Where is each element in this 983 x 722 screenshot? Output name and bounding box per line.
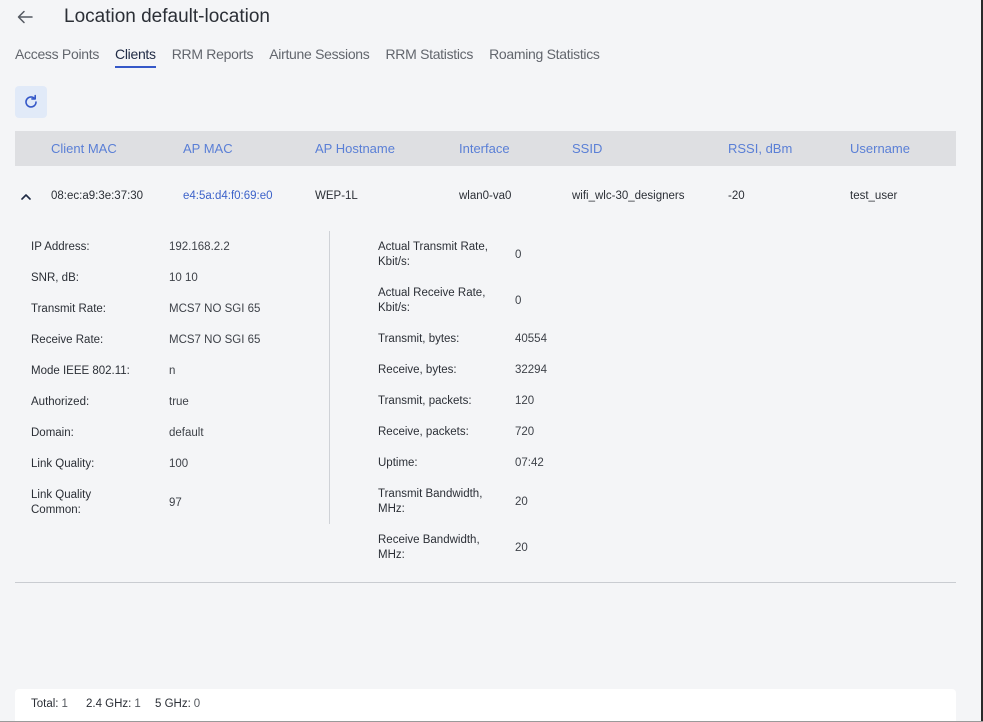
summary-5ghz-value: 0 [193, 698, 201, 710]
tab-access-points[interactable]: Access Points [15, 46, 99, 68]
detail-label-link-quality: Link Quality: [31, 458, 95, 470]
cell-ap-hostname: WEP-1L [315, 190, 358, 202]
column-header-client-mac[interactable]: Client MAC [51, 131, 117, 166]
arrow-left-icon [17, 10, 33, 24]
page-title: Location default-location [64, 6, 270, 27]
detail-value-transmit-packets: 120 [515, 395, 535, 407]
detail-label-receive-rate: Receive Rate: [31, 334, 104, 346]
tab-clients[interactable]: Clients [115, 46, 156, 68]
detail-value-mode-ieee: n [169, 365, 176, 377]
detail-label-link-quality-common: Link Quality Common: [31, 489, 92, 516]
detail-label-snr: SNR, dB: [31, 272, 79, 284]
summary-total: Total: 1 [31, 698, 68, 710]
collapse-row-button[interactable] [19, 189, 33, 203]
summary-24ghz-value: 1 [134, 698, 141, 710]
back-button[interactable] [14, 6, 36, 28]
detail-label-transmit-bytes: Transmit, bytes: [378, 333, 460, 345]
cell-interface: wlan0-va0 [459, 190, 512, 202]
detail-value-snr: 10 10 [169, 272, 198, 284]
detail-label-receive-bytes: Receive, bytes: [378, 364, 457, 376]
clients-summary-footer: Total: 1 2.4 GHz: 1 5 GHz: 0 [15, 689, 956, 722]
detail-label-actual-transmit-rate: Actual Transmit Rate, Kbit/s: [378, 241, 488, 268]
page: Location default-location Access Points … [0, 0, 983, 722]
detail-label-receive-packets: Receive, packets: [378, 426, 469, 438]
column-header-ssid[interactable]: SSID [572, 131, 602, 166]
table-row[interactable]: 08:ec:a9:3e:37:30 e4:5a:d4:f0:69:e0 WEP-… [15, 178, 956, 214]
column-header-ap-hostname[interactable]: AP Hostname [315, 131, 395, 166]
tab-airtune-sessions[interactable]: Airtune Sessions [269, 46, 370, 68]
summary-24ghz-label: 2.4 GHz: [86, 698, 132, 710]
summary-24ghz: 2.4 GHz: 1 [86, 698, 141, 710]
refresh-icon [25, 94, 37, 108]
details-divider [329, 231, 330, 524]
detail-label-transmit-packets: Transmit, packets: [378, 395, 472, 407]
clients-table-header: Client MAC AP MAC AP Hostname Interface … [15, 131, 956, 166]
detail-label-authorized: Authorized: [31, 396, 90, 408]
detail-value-receive-bandwidth: 20 [515, 542, 528, 554]
column-header-username[interactable]: Username [850, 131, 910, 166]
tab-roaming-statistics[interactable]: Roaming Statistics [489, 46, 600, 68]
cell-ssid: wifi_wlc-30_designers [572, 190, 685, 202]
detail-value-receive-rate: MCS7 NO SGI 65 [169, 334, 261, 346]
refresh-button[interactable] [15, 86, 47, 118]
column-header-rssi[interactable]: RSSI, dBm [728, 131, 792, 166]
column-header-ap-mac[interactable]: AP MAC [183, 131, 233, 166]
detail-label-uptime: Uptime: [378, 457, 418, 469]
detail-value-transmit-bandwidth: 20 [515, 496, 528, 508]
detail-value-ip-address: 192.168.2.2 [169, 241, 230, 253]
detail-value-actual-receive-rate: 0 [515, 295, 522, 307]
detail-label-receive-bandwidth: Receive Bandwidth, MHz: [378, 534, 480, 561]
detail-value-authorized: true [169, 396, 189, 408]
summary-total-label: Total: [31, 698, 59, 710]
tab-rrm-reports[interactable]: RRM Reports [172, 46, 254, 68]
detail-label-mode-ieee: Mode IEEE 802.11: [31, 365, 130, 377]
detail-value-receive-bytes: 32294 [515, 364, 547, 376]
detail-value-link-quality: 100 [169, 458, 189, 470]
page-header: Location default-location [14, 4, 270, 30]
summary-total-value: 1 [61, 698, 68, 710]
detail-value-transmit-rate: MCS7 NO SGI 65 [169, 303, 261, 315]
chevron-up-icon [21, 193, 31, 200]
cell-ap-mac-link[interactable]: e4:5a:d4:f0:69:e0 [183, 178, 273, 214]
detail-label-domain: Domain: [31, 427, 74, 439]
cell-client-mac: 08:ec:a9:3e:37:30 [51, 190, 144, 202]
detail-value-transmit-bytes: 40554 [515, 333, 547, 345]
tab-rrm-statistics[interactable]: RRM Statistics [386, 46, 474, 68]
detail-value-link-quality-common: 97 [169, 497, 182, 509]
detail-label-ip-address: IP Address: [31, 241, 90, 253]
detail-value-receive-packets: 720 [515, 426, 535, 438]
column-header-interface[interactable]: Interface [459, 131, 510, 166]
tab-bar: Access Points Clients RRM Reports Airtun… [15, 46, 600, 68]
client-details-panel: IP Address: 192.168.2.2 SNR, dB: 10 10 T… [15, 226, 956, 583]
detail-value-actual-transmit-rate: 0 [515, 249, 522, 261]
cell-rssi: -20 [728, 190, 745, 202]
summary-5ghz: 5 GHz: 0 [155, 698, 200, 710]
detail-label-transmit-rate: Transmit Rate: [31, 303, 106, 315]
detail-label-actual-receive-rate: Actual Receive Rate, Kbit/s: [378, 287, 486, 314]
cell-username: test_user [850, 190, 898, 202]
detail-label-transmit-bandwidth: Transmit Bandwidth, MHz: [378, 488, 483, 515]
detail-value-domain: default [169, 427, 204, 439]
detail-value-uptime: 07:42 [515, 457, 544, 469]
summary-5ghz-label: 5 GHz: [155, 698, 191, 710]
